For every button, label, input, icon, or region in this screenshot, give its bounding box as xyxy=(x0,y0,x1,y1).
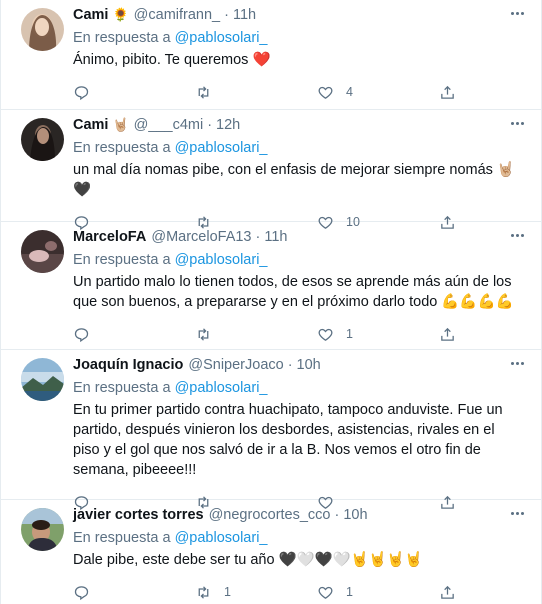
tweet-header: Cami 🤘🏼 @___c4mi · 12h xyxy=(73,114,525,136)
reply-icon xyxy=(74,585,89,600)
reply-context: En respuesta a @pablosolari_ xyxy=(73,528,525,548)
separator-dot: · xyxy=(334,507,340,523)
heart-icon xyxy=(318,86,333,99)
tweet-text: Un partido malo lo tienen todos, de esos… xyxy=(73,274,514,310)
share-button[interactable] xyxy=(439,326,456,343)
timestamp[interactable]: 11h xyxy=(233,7,256,23)
retweet-button[interactable] xyxy=(195,84,317,101)
reply-icon xyxy=(74,327,89,342)
tweet-header: Joaquín Ignacio @SniperJoaco · 10h xyxy=(73,354,525,376)
display-name[interactable]: javier cortes torres xyxy=(73,507,204,523)
timestamp[interactable]: 11h xyxy=(264,229,287,245)
avatar[interactable] xyxy=(21,358,64,401)
reply-button[interactable] xyxy=(73,584,195,601)
display-name[interactable]: Cami xyxy=(73,7,108,23)
separator-dot: · xyxy=(255,229,261,245)
tweet-header: MarceloFA @MarceloFA13 · 11h xyxy=(73,226,525,248)
user-handle[interactable]: @camifrann_ xyxy=(134,7,220,23)
reply-prefix: En respuesta a xyxy=(73,140,171,156)
retweet-button[interactable]: 1 xyxy=(195,584,317,601)
share-button[interactable] xyxy=(439,84,456,101)
mention-link[interactable]: @pablosolari_ xyxy=(175,252,268,268)
user-handle[interactable]: @MarceloFA13 xyxy=(151,229,251,245)
like-button[interactable]: 1 xyxy=(317,326,439,343)
more-options-icon[interactable] xyxy=(507,116,527,130)
share-icon xyxy=(441,327,454,341)
mention-link[interactable]: @pablosolari_ xyxy=(175,140,268,156)
heart-icon xyxy=(318,586,333,599)
tweet-text: un mal día nomas pibe, con el enfasis de… xyxy=(73,162,515,198)
reply-context: En respuesta a @pablosolari_ xyxy=(73,378,525,398)
reply-prefix: En respuesta a xyxy=(73,530,171,546)
tweet-actions: 1 xyxy=(73,317,525,351)
tweet-text: En tu primer partido contra huachipato, … xyxy=(73,402,503,478)
display-name[interactable]: MarceloFA xyxy=(73,229,146,245)
reply-context: En respuesta a @pablosolari_ xyxy=(73,28,525,48)
more-options-icon[interactable] xyxy=(507,506,527,520)
retweet-icon xyxy=(198,585,209,599)
more-options-icon[interactable] xyxy=(507,228,527,242)
avatar[interactable] xyxy=(21,230,64,273)
reply-prefix: En respuesta a xyxy=(73,380,171,396)
mention-link[interactable]: @pablosolari_ xyxy=(175,30,268,46)
retweet-icon xyxy=(198,85,209,99)
reply-thread: Cami 🌻 @camifrann_ · 11h En respuesta a … xyxy=(0,0,542,604)
tweet-actions: 1 1 xyxy=(73,575,525,604)
retweet-button[interactable] xyxy=(195,326,317,343)
reply-context: En respuesta a @pablosolari_ xyxy=(73,138,525,158)
mention-link[interactable]: @pablosolari_ xyxy=(175,530,268,546)
share-button[interactable] xyxy=(439,584,456,601)
user-handle[interactable]: @negrocortes_cco xyxy=(209,507,331,523)
timestamp[interactable]: 10h xyxy=(297,357,321,373)
tweet-actions: 4 xyxy=(73,75,525,109)
avatar[interactable] xyxy=(21,118,64,161)
reply-prefix: En respuesta a xyxy=(73,30,171,46)
heart-icon xyxy=(318,328,333,341)
share-icon xyxy=(441,85,454,99)
timestamp[interactable]: 10h xyxy=(343,507,367,523)
tweet[interactable]: MarceloFA @MarceloFA13 · 11h En respuest… xyxy=(1,222,541,350)
tweet[interactable]: javier cortes torres @negrocortes_cco · … xyxy=(1,500,541,604)
separator-dot: · xyxy=(224,7,229,23)
tweet[interactable]: Joaquín Ignacio @SniperJoaco · 10h En re… xyxy=(1,350,541,510)
more-options-icon[interactable] xyxy=(507,356,527,370)
reply-context: En respuesta a @pablosolari_ xyxy=(73,250,525,270)
reply-icon xyxy=(74,85,89,100)
like-button[interactable]: 1 xyxy=(317,584,439,601)
separator-dot: · xyxy=(287,357,293,373)
name-emoji: 🌻 xyxy=(112,7,129,22)
more-options-icon[interactable] xyxy=(507,6,527,20)
tweet-header: javier cortes torres @negrocortes_cco · … xyxy=(73,504,525,526)
separator-dot: · xyxy=(207,117,213,133)
tweet-header: Cami 🌻 @camifrann_ · 11h xyxy=(73,4,525,26)
reply-button[interactable] xyxy=(73,326,195,343)
name-emoji: 🤘🏼 xyxy=(112,117,129,132)
mention-link[interactable]: @pablosolari_ xyxy=(175,380,268,396)
user-handle[interactable]: @___c4mi xyxy=(134,117,204,133)
tweet[interactable]: Cami 🌻 @camifrann_ · 11h En respuesta a … xyxy=(1,0,541,110)
share-icon xyxy=(441,585,454,599)
display-name[interactable]: Joaquín Ignacio xyxy=(73,357,183,373)
like-button[interactable]: 4 xyxy=(317,84,439,101)
tweet-text: Dale pibe, este debe ser tu año 🖤🤍🖤🤍🤘🤘🤘🤘 xyxy=(73,552,423,568)
reply-button[interactable] xyxy=(73,84,195,101)
display-name[interactable]: Cami xyxy=(73,117,108,133)
avatar[interactable] xyxy=(21,8,64,51)
tweet-text: Ánimo, pibito. Te queremos ❤️ xyxy=(73,52,271,68)
reply-prefix: En respuesta a xyxy=(73,252,171,268)
user-handle[interactable]: @SniperJoaco xyxy=(188,357,283,373)
tweet[interactable]: Cami 🤘🏼 @___c4mi · 12h En respuesta a @p… xyxy=(1,110,541,230)
retweet-icon xyxy=(198,327,209,341)
timestamp[interactable]: 12h xyxy=(216,117,240,133)
avatar[interactable] xyxy=(21,508,64,551)
